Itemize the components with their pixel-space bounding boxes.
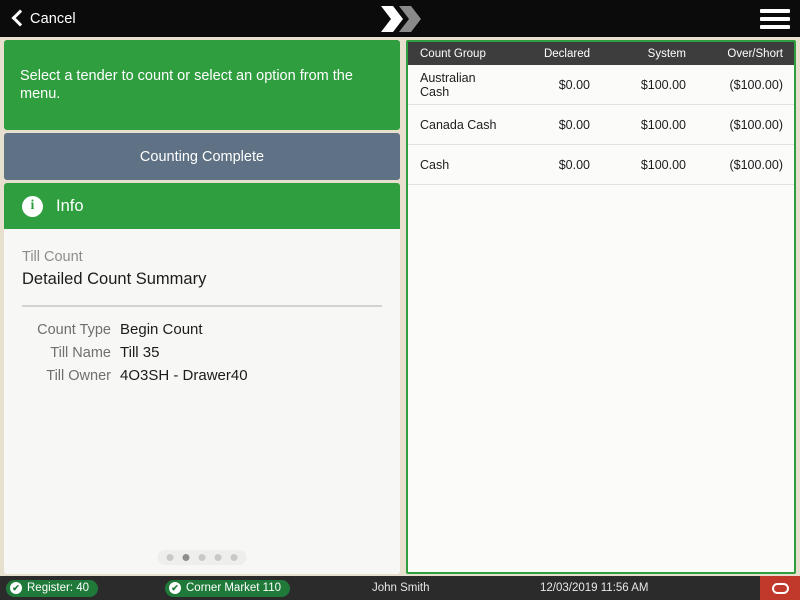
field-till-name: Till Name Till 35: [22, 344, 382, 361]
check-circle-icon: ✔: [169, 582, 181, 594]
cell-declared: $0.00: [558, 117, 590, 132]
status-bar: ✔ Register: 40 ✔ Corner Market 110 John …: [0, 576, 800, 600]
table-body: Australian Cash $0.00 $100.00 ($100.00) Cana…: [408, 65, 794, 572]
prompt-text: Select a tender to count or select an op…: [20, 67, 353, 102]
field-till-owner: Till Owner 4O3SH - Drawer40: [22, 367, 382, 384]
top-bar: Cancel: [0, 0, 800, 37]
field-label: Count Type: [37, 322, 111, 338]
hamburger-bar-3: [760, 24, 790, 29]
table-row[interactable]: Cash $0.00 $100.00 ($100.00): [408, 145, 794, 185]
counting-complete-button[interactable]: Counting Complete: [4, 133, 400, 180]
pagination-dot[interactable]: [166, 554, 174, 561]
field-label: Till Owner: [46, 368, 111, 384]
counting-complete-button-label: Counting Complete: [139, 148, 265, 165]
cancel-button[interactable]: Cancel: [0, 0, 88, 37]
field-value: Till 35: [120, 344, 160, 361]
status-badge-store[interactable]: ✔ Corner Market 110: [165, 579, 291, 597]
status-badge-register[interactable]: ✔ Register: 40: [6, 579, 99, 597]
power-button-icon: [771, 582, 789, 594]
cell-over-short: ($100.00): [729, 117, 783, 132]
hamburger-menu-icon[interactable]: [760, 7, 790, 31]
info-icon: i: [22, 195, 43, 217]
pagination-dot[interactable]: [214, 554, 222, 561]
field-value: 4O3SH - Drawer40: [120, 367, 248, 384]
prompt-banner: Select a tender to count or select an op…: [4, 40, 400, 130]
cell-over-short: ($100.00): [729, 157, 783, 172]
cell-count-group: Cash: [420, 157, 450, 172]
left-panel: Select a tender to count or select an op…: [4, 40, 400, 574]
x-logo-icon: [379, 4, 421, 34]
field-label: Till Name: [50, 345, 111, 361]
cell-over-short: ($100.00): [729, 77, 783, 92]
detailed-count-summary-title: Detailed Count Summary: [22, 270, 207, 288]
status-user-name: John Smith: [372, 582, 430, 594]
divider: [22, 305, 382, 307]
column-header-declared: Declared: [543, 47, 590, 60]
info-card-body: Till Count Detailed Count Summary Count …: [4, 229, 400, 574]
main-body: Select a tender to count or select an op…: [0, 37, 800, 576]
field-value: Begin Count: [120, 321, 203, 338]
column-header-count-group: Count Group: [420, 47, 486, 60]
status-datetime: 12/03/2019 11:56 AM: [540, 582, 649, 594]
column-header-system: System: [647, 47, 686, 60]
pagination-dot[interactable]: [198, 554, 206, 561]
info-card-header: i Info: [4, 183, 400, 229]
column-header-over-short: Over/Short: [727, 47, 783, 60]
status-badge-register-label: Register: 40: [27, 582, 90, 594]
info-card: i Info Till Count Detailed Count Summary…: [4, 183, 400, 574]
cell-declared: $0.00: [558, 77, 590, 92]
field-count-type: Count Type Begin Count: [22, 321, 382, 338]
power-button[interactable]: [760, 576, 800, 600]
hamburger-bar-1: [760, 8, 790, 13]
till-count-label: Till Count: [22, 249, 83, 265]
pagination-dot[interactable]: [182, 554, 190, 561]
cell-declared: $0.00: [558, 157, 590, 172]
pagination-dot[interactable]: [230, 554, 238, 561]
table-row[interactable]: Australian Cash $0.00 $100.00 ($100.00): [408, 65, 794, 105]
hamburger-bar-2: [760, 16, 790, 21]
table-header: Count Group Declared System Over/Short: [408, 42, 794, 65]
cell-system: $100.00: [640, 157, 686, 172]
check-circle-icon: ✔: [10, 582, 22, 594]
status-badge-store-label: Corner Market 110: [186, 582, 282, 594]
cell-system: $100.00: [640, 117, 686, 132]
cancel-button-label: Cancel: [30, 10, 76, 27]
table-row[interactable]: Canada Cash $0.00 $100.00 ($100.00): [408, 105, 794, 145]
count-group-panel: Count Group Declared System Over/Short A…: [406, 40, 796, 574]
chevron-left-icon: [12, 10, 23, 27]
cell-count-group: Australian Cash: [420, 70, 476, 99]
info-card-header-label: Info: [56, 196, 84, 215]
pagination-dots[interactable]: [157, 550, 247, 565]
cell-system: $100.00: [640, 77, 686, 92]
cell-count-group: Canada Cash: [420, 117, 497, 132]
app-root: Cancel Select a tender to count or selec…: [0, 0, 800, 600]
